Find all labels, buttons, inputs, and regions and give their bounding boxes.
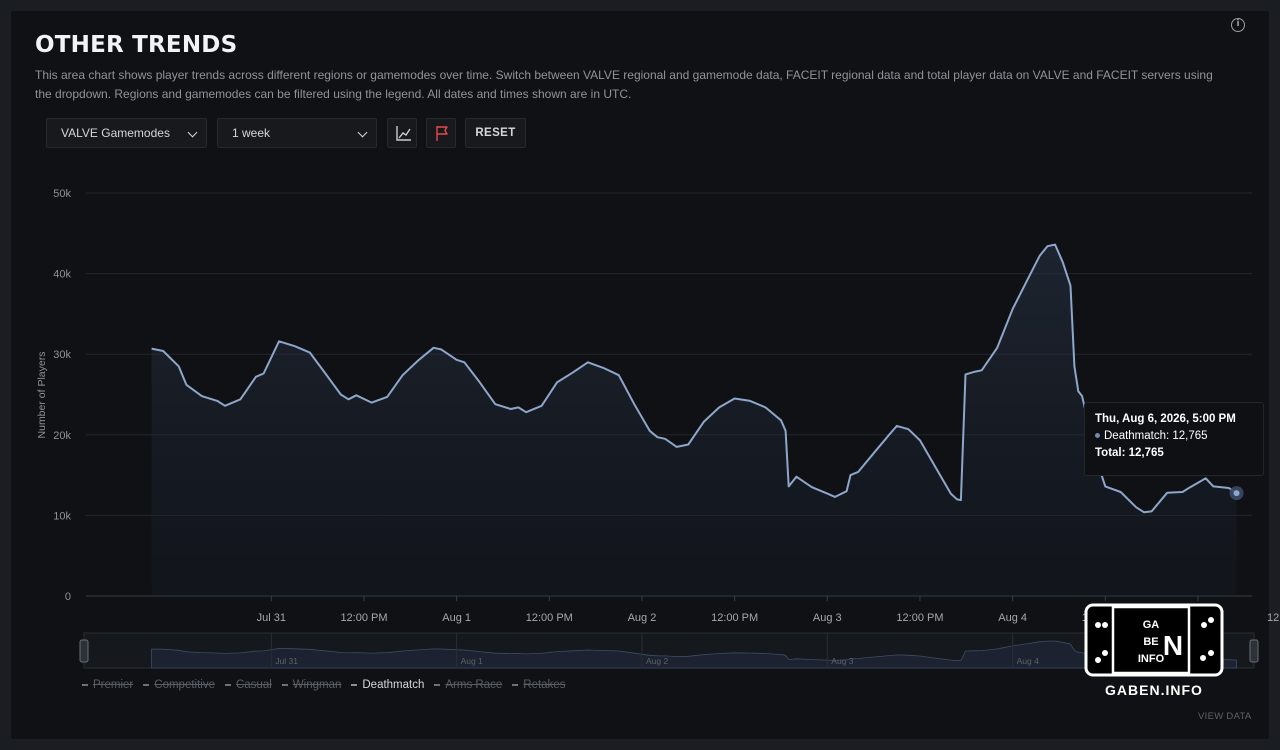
tooltip-series-value: Deathmatch: 12,765 bbox=[1104, 430, 1208, 442]
legend-marker-icon bbox=[351, 684, 358, 686]
legend-label: Arms Race bbox=[445, 679, 503, 691]
svg-text:BE: BE bbox=[1143, 636, 1158, 648]
legend-item-wingman[interactable]: Wingman bbox=[281, 679, 342, 691]
tooltip-total: Total: 12,765 bbox=[1095, 447, 1164, 459]
legend-label: Deathmatch bbox=[362, 679, 425, 691]
legend-item-competitive[interactable]: Competitive bbox=[143, 679, 215, 691]
navigator-tick-label: Aug 2 bbox=[646, 656, 668, 666]
series-dot-icon bbox=[1095, 433, 1100, 439]
legend-marker-icon bbox=[281, 684, 288, 686]
x-tick-label: Aug 2 bbox=[628, 612, 657, 624]
x-tick-label: Jul 31 bbox=[257, 612, 286, 624]
view-data-link[interactable]: VIEW DATA bbox=[1198, 711, 1252, 722]
x-tick-label: Aug 1 bbox=[442, 612, 471, 624]
navigator-tick-label: Jul 31 bbox=[275, 656, 298, 666]
legend-item-casual[interactable]: Casual bbox=[224, 679, 272, 691]
legend-marker-icon bbox=[512, 684, 519, 686]
chart-tooltip: Thu, Aug 6, 2026, 5:00 PM Deathmatch: 12… bbox=[1084, 402, 1264, 476]
navigator-handle-left[interactable] bbox=[79, 639, 89, 663]
legend-marker-icon bbox=[434, 684, 441, 686]
legend-item-deathmatch[interactable]: Deathmatch bbox=[351, 679, 424, 691]
gaben-info-logo: GA BE INFO N GABEN.INFO bbox=[1084, 603, 1224, 698]
x-tick-label: Aug 4 bbox=[998, 612, 1027, 624]
hover-point bbox=[1233, 490, 1240, 497]
legend-label: Retakes bbox=[523, 679, 566, 691]
navigator-tick-label: Aug 4 bbox=[1017, 656, 1039, 666]
svg-text:GA: GA bbox=[1143, 619, 1160, 631]
legend-marker-icon bbox=[143, 684, 150, 686]
svg-text:INFO: INFO bbox=[1138, 653, 1165, 665]
tooltip-series-row: Deathmatch: 12,765 bbox=[1095, 428, 1253, 445]
x-tick-label: 12:00 PM bbox=[340, 612, 387, 624]
legend-marker-icon bbox=[82, 684, 88, 686]
navigator-handle-right[interactable] bbox=[1249, 639, 1259, 663]
y-tick-label: 30k bbox=[53, 349, 71, 361]
x-tick-label: 12:00 PM bbox=[896, 612, 943, 624]
deathmatch-area bbox=[151, 244, 1237, 596]
y-axis-label: Number of Players bbox=[36, 352, 48, 439]
watermark-text: GABEN.INFO bbox=[1105, 682, 1203, 698]
y-tick-label: 50k bbox=[53, 188, 71, 200]
y-tick-label: 20k bbox=[53, 430, 71, 442]
y-tick-label: 0 bbox=[65, 591, 71, 603]
y-tick-label: 40k bbox=[53, 269, 71, 281]
legend-label: Competitive bbox=[154, 679, 215, 691]
x-tick-label: 12:00 PM bbox=[526, 612, 573, 624]
legend-marker-icon bbox=[224, 684, 231, 686]
legend-item-premier[interactable]: Premier bbox=[82, 679, 133, 691]
navigator-tick-label: Aug 3 bbox=[831, 656, 853, 666]
legend-item-retakes[interactable]: Retakes bbox=[512, 679, 565, 691]
x-tick-label: 12:00 PM bbox=[711, 612, 758, 624]
x-tick-label: Aug 3 bbox=[813, 612, 842, 624]
legend-label: Premier bbox=[93, 679, 134, 691]
svg-text:N: N bbox=[1163, 630, 1183, 661]
y-tick-label: 10k bbox=[53, 510, 71, 522]
navigator-tick-label: Aug 1 bbox=[461, 656, 483, 666]
tooltip-title: Thu, Aug 6, 2026, 5:00 PM bbox=[1095, 413, 1236, 425]
legend-label: Wingman bbox=[292, 679, 342, 691]
legend-label: Casual bbox=[235, 679, 272, 691]
legend-item-arms-race[interactable]: Arms Race bbox=[434, 679, 502, 691]
chart-legend: Premier Competitive Casual Wingman Death… bbox=[82, 676, 565, 694]
x-tick-label: 12:00 PM bbox=[1267, 612, 1280, 624]
